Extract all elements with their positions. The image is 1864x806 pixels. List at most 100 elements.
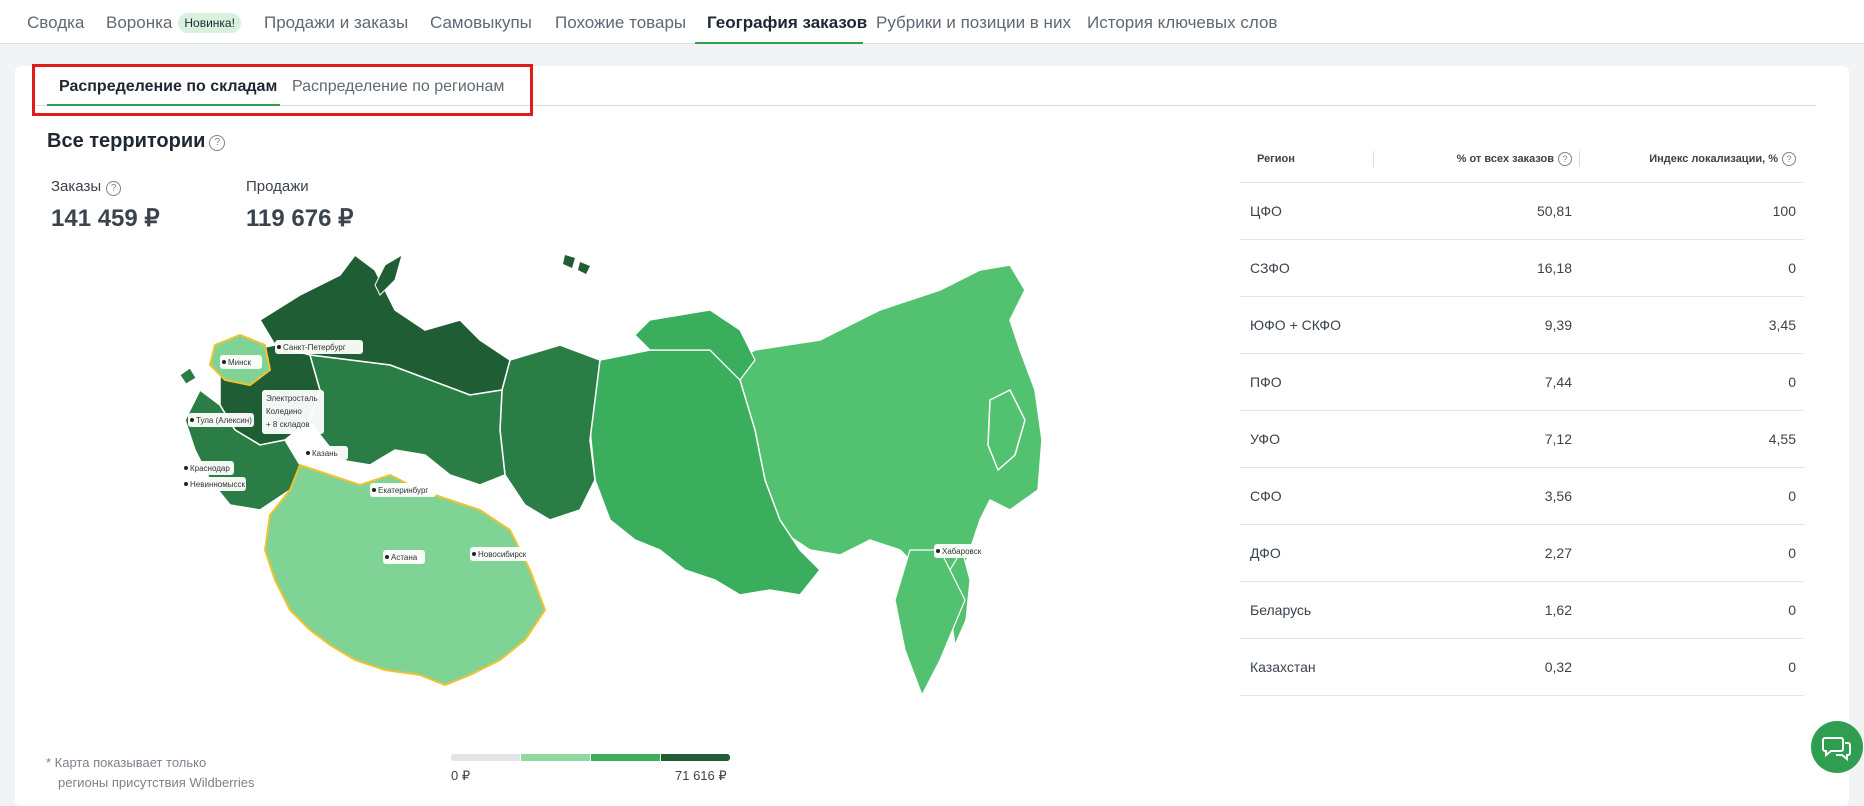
table-row[interactable]: Казахстан 0,32 0 bbox=[1240, 638, 1804, 696]
region-ural[interactable] bbox=[499, 344, 601, 521]
city-nevinnomyssk-label: Невинномысск bbox=[190, 480, 245, 489]
cell-pct: 16,18 bbox=[1376, 239, 1576, 297]
cell-pct: 50,81 bbox=[1376, 182, 1576, 240]
cell-pct: 0,32 bbox=[1376, 638, 1576, 696]
new-badge: Новинка! bbox=[178, 13, 241, 33]
cell-index: 0 bbox=[1582, 524, 1804, 582]
cell-pct: 3,56 bbox=[1376, 467, 1576, 525]
city-minsk-label: Минск bbox=[228, 358, 252, 367]
subtab-by-warehouses[interactable]: Распределение по складам bbox=[47, 76, 280, 106]
cell-region: Беларусь bbox=[1240, 581, 1370, 639]
tab-similar-products[interactable]: Похожие товары bbox=[555, 0, 686, 44]
cell-pct: 7,12 bbox=[1376, 410, 1576, 468]
footnote-line2: регионы присутствия Wildberries bbox=[58, 775, 255, 790]
city-khabarovsk[interactable]: Хабаровск bbox=[934, 544, 990, 558]
top-nav: Сводка Воронка Новинка! Продажи и заказы … bbox=[0, 0, 1864, 44]
legend-max: 71 616 ₽ bbox=[675, 768, 727, 783]
city-astana[interactable]: Астана bbox=[383, 550, 425, 564]
city-astana-label: Астана bbox=[391, 553, 418, 562]
city-spb[interactable]: Санкт-Петербург bbox=[275, 340, 363, 354]
city-kazan[interactable]: Казань bbox=[304, 446, 348, 460]
tab-summary[interactable]: Сводка bbox=[27, 0, 84, 44]
city-nevinnomyssk[interactable]: Невинномысск bbox=[182, 477, 246, 491]
tab-funnel[interactable]: Воронка Новинка! bbox=[106, 0, 241, 44]
cell-region: Казахстан bbox=[1240, 638, 1370, 696]
help-icon[interactable]: ? bbox=[209, 135, 226, 151]
col-pct[interactable]: % от всех заказов? bbox=[1376, 137, 1576, 183]
table-row[interactable]: ЦФО 50,81 100 bbox=[1240, 182, 1804, 240]
city-tula[interactable]: Тула (Алексин) bbox=[188, 413, 254, 427]
cell-pct: 9,39 bbox=[1376, 296, 1576, 354]
cell-region: УФО bbox=[1240, 410, 1370, 468]
region-islands bbox=[563, 255, 575, 268]
cell-region: СФО bbox=[1240, 467, 1370, 525]
city-khabarovsk-label: Хабаровск bbox=[942, 547, 982, 556]
city-minsk[interactable]: Минск bbox=[220, 355, 262, 369]
cell-index: 0 bbox=[1582, 239, 1804, 297]
table-row[interactable]: ЮФО + СКФО 9,39 3,45 bbox=[1240, 296, 1804, 354]
map-legend bbox=[451, 754, 730, 761]
city-elektrostal-label: Электросталь bbox=[266, 394, 318, 403]
tab-self-buyouts[interactable]: Самовыкупы bbox=[430, 0, 532, 44]
city-koledino-label: Коледино bbox=[266, 407, 302, 416]
city-tula-label: Тула (Алексин) bbox=[196, 416, 252, 425]
legend-seg-1 bbox=[451, 754, 520, 761]
col-region[interactable]: Регион bbox=[1240, 137, 1370, 183]
table-row[interactable]: СФО 3,56 0 bbox=[1240, 467, 1804, 525]
tab-sales-orders[interactable]: Продажи и заказы bbox=[264, 0, 408, 44]
col-index[interactable]: Индекс локализации, %? bbox=[1582, 137, 1804, 183]
city-kazan-label: Казань bbox=[312, 449, 338, 458]
orders-value: 141 459 ₽ bbox=[51, 205, 160, 232]
city-krasnodar[interactable]: Краснодар bbox=[182, 461, 234, 475]
cell-index: 3,45 bbox=[1582, 296, 1804, 354]
col-pct-label: % от всех заказов bbox=[1456, 153, 1554, 166]
orders-label: Заказы? bbox=[51, 178, 122, 196]
section-title-text: Все территории bbox=[47, 130, 206, 152]
city-spb-label: Санкт-Петербург bbox=[283, 343, 346, 352]
region-islands-2 bbox=[578, 262, 590, 274]
legend-min: 0 ₽ bbox=[451, 768, 471, 783]
tab-funnel-label: Воронка bbox=[106, 13, 173, 32]
cell-index: 0 bbox=[1582, 581, 1804, 639]
cell-index: 0 bbox=[1582, 638, 1804, 696]
col-region-label: Регион bbox=[1257, 153, 1295, 166]
table-row[interactable]: ПФО 7,44 0 bbox=[1240, 353, 1804, 411]
region-kazakhstan[interactable] bbox=[263, 463, 547, 687]
legend-seg-4 bbox=[661, 754, 730, 761]
table-row[interactable]: Беларусь 1,62 0 bbox=[1240, 581, 1804, 639]
table-row[interactable]: УФО 7,12 4,55 bbox=[1240, 410, 1804, 468]
city-novosibirsk[interactable]: Новосибирск bbox=[470, 547, 530, 561]
city-moscow-group[interactable]: Электросталь Коледино + 8 складов bbox=[262, 390, 324, 434]
legend-seg-2 bbox=[521, 754, 590, 761]
cell-index: 4,55 bbox=[1582, 410, 1804, 468]
cell-region: ЮФО + СКФО bbox=[1240, 296, 1370, 354]
city-ekaterinburg[interactable]: Екатеринбург bbox=[370, 483, 436, 497]
orders-help-icon[interactable]: ? bbox=[106, 181, 122, 196]
tab-keyword-history[interactable]: История ключевых слов bbox=[1087, 0, 1277, 44]
pct-help-icon[interactable]: ? bbox=[1558, 152, 1572, 167]
table-header-row: Регион % от всех заказов? Индекс локализ… bbox=[1240, 137, 1804, 183]
subtab-by-regions[interactable]: Распределение по регионам bbox=[292, 76, 504, 106]
region-novaya-zemlya[interactable] bbox=[374, 253, 403, 296]
index-help-icon[interactable]: ? bbox=[1782, 152, 1796, 167]
chat-button[interactable] bbox=[1811, 721, 1863, 773]
region-kaliningrad[interactable] bbox=[180, 367, 197, 385]
footnote-line1: * Карта показывает только bbox=[46, 755, 207, 770]
more-warehouses-label: + 8 складов bbox=[266, 420, 310, 429]
geography-map: Санкт-Петербург Минск Электросталь Колед… bbox=[180, 253, 1043, 697]
legend-seg-3 bbox=[591, 754, 660, 761]
city-novosibirsk-label: Новосибирск bbox=[478, 550, 527, 559]
table-row[interactable]: ДФО 2,27 0 bbox=[1240, 524, 1804, 582]
cell-region: СЗФО bbox=[1240, 239, 1370, 297]
tab-order-geography[interactable]: География заказов bbox=[695, 0, 867, 44]
chat-icon bbox=[1822, 737, 1851, 762]
cell-pct: 7,44 bbox=[1376, 353, 1576, 411]
cell-region: ПФО bbox=[1240, 353, 1370, 411]
cell-index: 0 bbox=[1582, 467, 1804, 525]
cell-index: 100 bbox=[1582, 182, 1804, 240]
sales-label: Продажи bbox=[246, 178, 309, 195]
tab-categories[interactable]: Рубрики и позиции в них bbox=[876, 0, 1071, 44]
cell-index: 0 bbox=[1582, 353, 1804, 411]
cell-pct: 2,27 bbox=[1376, 524, 1576, 582]
table-row[interactable]: СЗФО 16,18 0 bbox=[1240, 239, 1804, 297]
